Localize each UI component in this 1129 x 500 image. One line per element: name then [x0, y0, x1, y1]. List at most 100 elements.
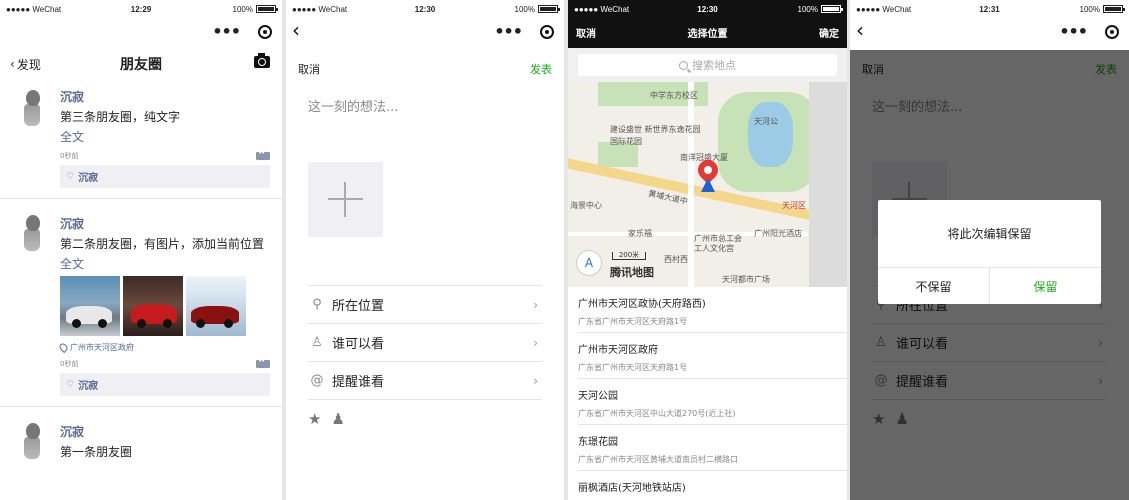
post-username[interactable]: 沉寂	[60, 215, 270, 232]
close-target-icon[interactable]	[1105, 25, 1119, 39]
nav-bar: ‹ 发现 朋友圈	[0, 48, 282, 80]
post-photo[interactable]	[186, 276, 246, 336]
battery-indicator: 100%	[1079, 4, 1125, 14]
map-label: 天河公	[754, 117, 778, 126]
like-bar: ♡ 沉寂	[60, 165, 270, 188]
map-unloaded-area	[809, 82, 847, 287]
location-nav: 取消 选择位置 确定	[568, 18, 847, 46]
back-button[interactable]: ‹ 发现	[10, 56, 41, 73]
back-label: 发现	[16, 57, 41, 72]
post-photo[interactable]	[123, 276, 183, 336]
map-label: 天河都市广场	[722, 275, 770, 284]
carrier-label: ●●●●● WeChat	[574, 4, 630, 14]
add-photo-button[interactable]	[308, 162, 383, 237]
cancel-button[interactable]: 取消	[298, 61, 320, 77]
post-username[interactable]: 沉寂	[60, 88, 270, 105]
option-label: 提醒谁看	[332, 375, 385, 390]
at-icon: @	[310, 373, 324, 388]
comment-menu-icon[interactable]	[256, 149, 270, 160]
more-icon[interactable]: •••	[212, 24, 241, 40]
dialog-title: 将此次编辑保留	[878, 200, 1101, 268]
option-mention[interactable]: @ 提醒谁看 ›	[308, 362, 542, 400]
place-address: 广东省广州市天河区天府路1号	[578, 317, 688, 326]
place-item[interactable]: 广州市天河区政府 广东省广州市天河区天府路1号	[578, 333, 847, 379]
option-visibility[interactable]: ♙ 谁可以看 ›	[308, 324, 542, 362]
battery-icon	[256, 5, 278, 13]
chevron-right-icon: ›	[533, 335, 538, 350]
moment-post: 沉寂 第二条朋友圈，有图片，添加当前位置 全文 广州市天河区政府 0秒前 ♡ 沉…	[0, 199, 282, 407]
place-name: 广州市天河区政府	[578, 345, 658, 356]
mini-program-capsule: •••	[494, 24, 554, 40]
more-icon[interactable]: •••	[494, 24, 523, 40]
carrier-label: ●●●●● WeChat	[6, 4, 62, 14]
discard-button[interactable]: 不保留	[878, 268, 990, 304]
map-label: 中学东方校区	[650, 91, 698, 100]
post-username[interactable]: 沉寂	[60, 423, 270, 440]
keep-draft-screen: ●●●●● WeChat 12:31 100% ‹ ••• 取消 发表 这一刻的…	[850, 0, 1129, 500]
chevron-left-icon: ‹	[10, 57, 15, 71]
camera-icon[interactable]	[254, 53, 270, 68]
map-lake	[748, 102, 793, 167]
battery-percent: 100%	[1079, 4, 1100, 14]
place-item[interactable]: 丽枫酒店(天河地铁站店)	[578, 471, 847, 500]
avatar[interactable]	[18, 423, 48, 459]
comment-menu-icon[interactable]	[256, 357, 270, 368]
map-street	[688, 82, 694, 287]
full-text-link[interactable]: 全文	[60, 128, 270, 145]
liker-name[interactable]: 沉寂	[78, 377, 98, 392]
heart-icon: ♡	[66, 171, 75, 182]
person-icon: ♙	[311, 335, 323, 350]
post-meta: 0秒前	[60, 149, 270, 161]
post-time: 0秒前	[60, 360, 79, 368]
place-name: 天河公园	[578, 391, 618, 402]
search-input[interactable]: 搜索地点	[578, 54, 837, 76]
map-view[interactable]: 中学东方校区 建设盛世 新世界东逸花园 国际花园 南洋冠盛大厦 天河公 黄埔大道…	[568, 82, 847, 287]
battery-icon	[538, 5, 560, 13]
map-label: 建设盛世 新世界东逸花园	[610, 125, 701, 134]
battery-icon	[821, 5, 843, 13]
map-brand: 腾讯地图	[610, 266, 654, 279]
keep-button[interactable]: 保留	[990, 268, 1101, 304]
avatar[interactable]	[18, 215, 48, 251]
full-text-link[interactable]: 全文	[60, 255, 270, 272]
share-targets: ★ ♟	[308, 410, 564, 428]
dialog-buttons: 不保留 保留	[878, 268, 1101, 304]
place-item[interactable]: 广州市天河区政协(天府路西) 广东省广州市天河区天府路1号	[578, 287, 847, 333]
star-icon[interactable]: ★	[308, 410, 321, 428]
choose-location-screen: ●●●●● WeChat 12:30 100% 取消 选择位置 确定 搜索地点 …	[568, 0, 847, 500]
mini-program-capsule: •••	[212, 24, 272, 40]
place-name: 东璟花园	[578, 437, 618, 448]
search-icon	[679, 60, 688, 70]
close-target-icon[interactable]	[258, 25, 272, 39]
status-bar: ●●●●● WeChat 12:31 100%	[850, 0, 1129, 18]
locate-me-icon[interactable]: A	[576, 250, 602, 276]
thought-input[interactable]: 这一刻的想法...	[286, 96, 564, 152]
post-text: 第一条朋友圈	[60, 445, 133, 459]
more-icon[interactable]: •••	[1059, 24, 1088, 40]
publish-button[interactable]: 发表	[530, 61, 552, 77]
battery-indicator: 100%	[515, 5, 560, 14]
location-header: ●●●●● WeChat 12:30 100% 取消 选择位置 确定	[568, 0, 847, 48]
cancel-button[interactable]: 取消	[576, 25, 596, 40]
carrier-label: ●●●●● WeChat	[856, 4, 912, 14]
close-target-icon[interactable]	[540, 25, 554, 39]
back-chevron-icon[interactable]: ‹	[292, 20, 300, 40]
search-placeholder: 搜索地点	[692, 59, 736, 72]
location-pin-icon	[57, 341, 70, 354]
place-item[interactable]: 东璟花园 广东省广州市天河区黄埔大道南员村二横路口	[578, 425, 847, 471]
moment-post: 沉寂 第一条朋友圈	[0, 407, 282, 471]
liker-name[interactable]: 沉寂	[78, 169, 98, 184]
post-photo[interactable]	[60, 276, 120, 336]
avatar[interactable]	[18, 90, 48, 126]
option-location[interactable]: ⚲ 所在位置 ›	[308, 286, 542, 324]
confirm-button[interactable]: 确定	[819, 25, 839, 40]
back-chevron-icon[interactable]: ‹	[856, 20, 864, 40]
chevron-right-icon: ›	[533, 373, 538, 388]
moments-feed-screen: ●●●●● WeChat 12:29 100% ••• ‹ 发现 朋友圈 沉寂 …	[0, 0, 282, 500]
qq-penguin-icon[interactable]: ♟	[331, 410, 344, 428]
compose-screen: ●●●●● WeChat 12:30 100% ‹ ••• 取消 发表 这一刻的…	[286, 0, 564, 500]
like-bar: ♡ 沉寂	[60, 373, 270, 396]
place-item[interactable]: 天河公园 广东省广州市天河区中山大道270号(近上社)	[578, 379, 847, 425]
mini-program-capsule: •••	[1059, 24, 1119, 40]
post-location[interactable]: 广州市天河区政府	[57, 341, 270, 354]
